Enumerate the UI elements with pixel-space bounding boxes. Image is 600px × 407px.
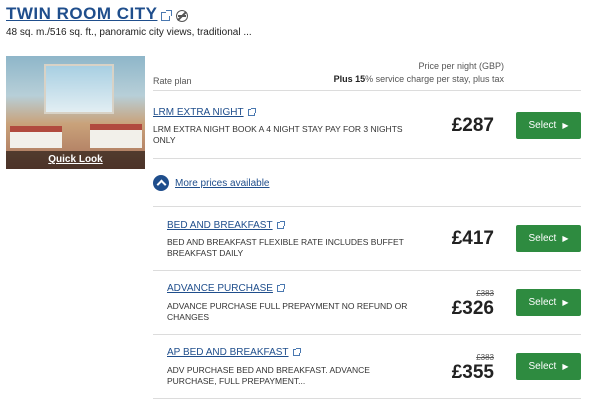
rate-description: LRM EXTRA NIGHT BOOK A 4 NIGHT STAY PAY … bbox=[153, 124, 403, 146]
select-label: Select bbox=[528, 361, 557, 372]
rate-plan-header: Rate plan bbox=[153, 76, 192, 86]
external-link-icon[interactable] bbox=[276, 221, 285, 229]
rate-description-line: CHANGES bbox=[167, 312, 210, 322]
chevron-right-icon: ▶ bbox=[562, 234, 569, 243]
rate-description: ADV PURCHASE BED AND BREAKFAST. ADVANCE … bbox=[167, 365, 370, 387]
external-link-icon[interactable] bbox=[276, 284, 285, 292]
select-label: Select bbox=[528, 233, 557, 244]
service-charge-note: Plus 15% service charge per stay, plus t… bbox=[334, 73, 504, 86]
price-header: Price per night (GBP) Plus 15% service c… bbox=[334, 60, 504, 86]
rate-description-line: BREAKFAST DAILY bbox=[167, 248, 244, 258]
rate-price: £326 bbox=[451, 298, 494, 319]
rate-price: £287 bbox=[451, 115, 494, 136]
row-divider bbox=[153, 206, 581, 207]
rate-name-label[interactable]: AP BED AND BREAKFAST bbox=[167, 347, 289, 358]
select-button[interactable]: Select ▶ bbox=[516, 353, 581, 380]
more-prices-toggle[interactable]: More prices available bbox=[153, 175, 270, 191]
rate-description-line: LRM EXTRA NIGHT BOOK A 4 NIGHT STAY PAY … bbox=[153, 124, 403, 134]
rate-price: £417 bbox=[451, 228, 494, 249]
rate-description-line: ADVANCE PURCHASE FULL PREPAYMENT NO REFU… bbox=[167, 301, 408, 311]
select-label: Select bbox=[528, 120, 557, 131]
rate-description-line: BED AND BREAKFAST FLEXIBLE RATE INCLUDES… bbox=[167, 237, 404, 247]
row-divider bbox=[153, 270, 581, 271]
rate-name-label[interactable]: BED AND BREAKFAST bbox=[167, 220, 273, 231]
row-divider bbox=[153, 158, 581, 159]
chevron-up-icon[interactable] bbox=[153, 175, 169, 191]
more-prices-link[interactable]: More prices available bbox=[175, 178, 270, 189]
rate-name-link[interactable]: LRM EXTRA NIGHT bbox=[153, 107, 256, 118]
rate-description: ADVANCE PURCHASE FULL PREPAYMENT NO REFU… bbox=[167, 301, 407, 323]
room-photo[interactable]: Quick Look bbox=[6, 56, 145, 169]
room-description: 48 sq. m./516 sq. ft., panoramic city vi… bbox=[6, 27, 252, 38]
select-button[interactable]: Select ▶ bbox=[516, 225, 581, 252]
rate-description: BED AND BREAKFAST FLEXIBLE RATE INCLUDES… bbox=[167, 237, 404, 259]
chevron-right-icon: ▶ bbox=[562, 362, 569, 371]
rate-name-label[interactable]: ADVANCE PURCHASE bbox=[167, 283, 273, 294]
header-divider bbox=[153, 90, 581, 91]
photo-bed-decor bbox=[90, 124, 142, 148]
no-smoking-icon bbox=[176, 10, 189, 22]
select-button[interactable]: Select ▶ bbox=[516, 112, 581, 139]
room-title-link[interactable]: TWIN ROOM CITY bbox=[6, 4, 157, 24]
rate-name-link[interactable]: AP BED AND BREAKFAST bbox=[167, 347, 301, 358]
quick-look-link[interactable]: Quick Look bbox=[6, 151, 145, 169]
photo-bed-decor bbox=[10, 126, 62, 148]
rate-description-line: ONLY bbox=[153, 135, 176, 145]
rate-name-link[interactable]: BED AND BREAKFAST bbox=[167, 220, 285, 231]
chevron-right-icon: ▶ bbox=[562, 121, 569, 130]
photo-window-decor bbox=[44, 64, 114, 114]
select-button[interactable]: Select ▶ bbox=[516, 289, 581, 316]
row-divider bbox=[153, 398, 581, 399]
original-price: £383 bbox=[476, 353, 494, 362]
chevron-right-icon: ▶ bbox=[562, 298, 569, 307]
external-link-icon[interactable] bbox=[247, 108, 256, 116]
select-label: Select bbox=[528, 297, 557, 308]
rate-name-label[interactable]: LRM EXTRA NIGHT bbox=[153, 107, 244, 118]
external-link-icon[interactable] bbox=[292, 348, 301, 356]
external-link-icon[interactable] bbox=[161, 9, 173, 21]
row-divider bbox=[153, 334, 581, 335]
price-per-night-label: Price per night (GBP) bbox=[418, 61, 504, 71]
original-price: £383 bbox=[476, 289, 494, 298]
rate-price: £355 bbox=[451, 362, 494, 383]
rate-description-line: ADV PURCHASE BED AND BREAKFAST. ADVANCE bbox=[167, 365, 370, 375]
room-header: TWIN ROOM CITY bbox=[6, 4, 189, 24]
rate-name-link[interactable]: ADVANCE PURCHASE bbox=[167, 283, 285, 294]
service-charge-rest: % service charge per stay, plus tax bbox=[365, 74, 504, 84]
service-charge-bold: Plus 15 bbox=[333, 74, 366, 84]
rate-description-line: PURCHASE, FULL PREPAYMENT... bbox=[167, 376, 306, 386]
